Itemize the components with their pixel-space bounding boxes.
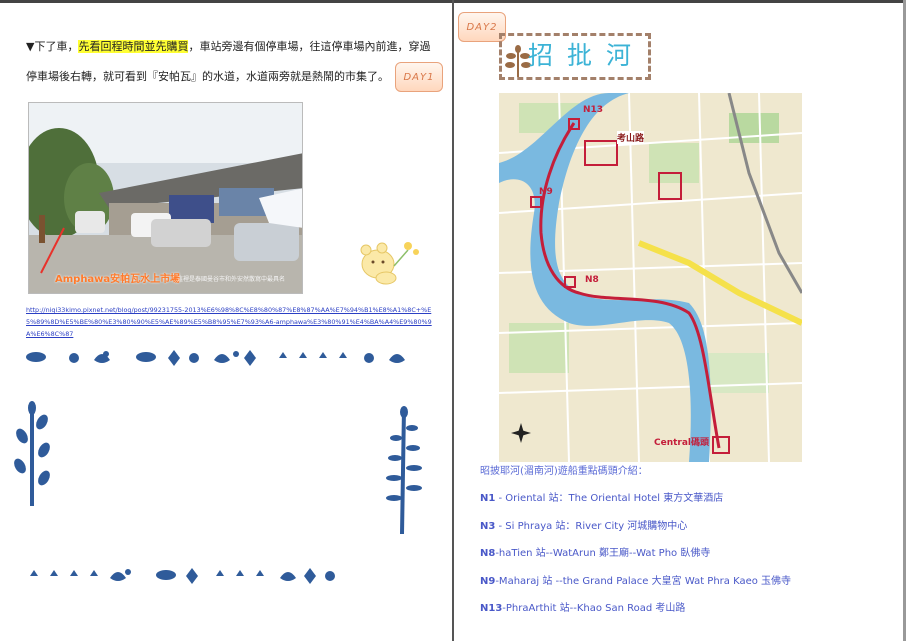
photo-caption: Amphawa安帕瓦水上市場	[55, 274, 181, 285]
intro-paragraph: ▼下了車，先看回程時間並先購買，車站旁邊有個停車場，往這停車場內前進，穿過停車場…	[26, 32, 438, 92]
river-map: N13 考山路 N9 N8 Central碼頭	[499, 93, 802, 462]
map-label-n13: N13	[583, 105, 604, 115]
blue-tree-left-icon	[14, 400, 56, 512]
station-text: -haTien 站--WatArun 鄭王廟--Wat Pho 臥佛寺	[495, 548, 711, 559]
map-label-khaosan: 考山路	[617, 131, 645, 144]
page-title: 招批河	[528, 41, 646, 70]
station-text: - Si Phraya 站：River City 河城購物中心	[495, 521, 688, 532]
leaf-border-bottom-icon	[24, 564, 344, 590]
station-code: N13	[480, 603, 503, 614]
station-text: - Oriental 站：The Oriental Hotel 東方文華酒店	[495, 493, 724, 504]
page-divider	[452, 0, 454, 641]
parking-lot-photo: Amphawa安帕瓦水上市場 這裡是泰國曼谷市和外安然散寫中最具名	[28, 102, 303, 294]
station-n3: N3 - Si Phraya 站：River City 河城購物中心	[480, 517, 687, 532]
leaf-border-icon	[24, 346, 414, 372]
map-label-central: Central碼頭	[654, 438, 710, 448]
station-text: -PhraArthit 站--Khao San Road 考山路	[502, 603, 686, 614]
photo-watermark: 這裡是泰國曼谷市和外安然散寫中最具名	[177, 276, 286, 283]
station-n13: N13-PhraArthit 站--Khao San Road 考山路	[480, 599, 685, 614]
map-label-n8: N8	[585, 275, 599, 285]
station-code: N1	[480, 493, 496, 504]
bear-sticker-icon	[356, 236, 426, 290]
paragraph-prefix: ▼下了車，	[26, 40, 79, 53]
station-n9: N9-Maharaj 站 --the Grand Palace 大皇宮 Wat …	[480, 572, 791, 587]
station-n1: N1 - Oriental 站：The Oriental Hotel 東方文華酒…	[480, 489, 723, 504]
station-text: -Maharaj 站 --the Grand Palace 大皇宮 Wat Ph…	[495, 576, 792, 587]
station-code: N9	[480, 576, 496, 587]
station-code: N3	[480, 521, 496, 532]
station-n8: N8-haTien 站--WatArun 鄭王廟--Wat Pho 臥佛寺	[480, 544, 710, 559]
pier-intro: 昭披耶河(湄南河)遊船重點碼頭介紹：	[480, 466, 648, 477]
blue-tree-right-icon	[386, 404, 422, 540]
map-label-n9: N9	[539, 187, 553, 197]
blog-link[interactable]: http://niqi33kimo.pixnet.net/blog/post/9…	[26, 304, 438, 340]
highlighted-text: 先看回程時間並先購買	[78, 40, 189, 53]
station-code: N8	[480, 548, 496, 559]
day1-tag: DAY1	[395, 62, 443, 92]
